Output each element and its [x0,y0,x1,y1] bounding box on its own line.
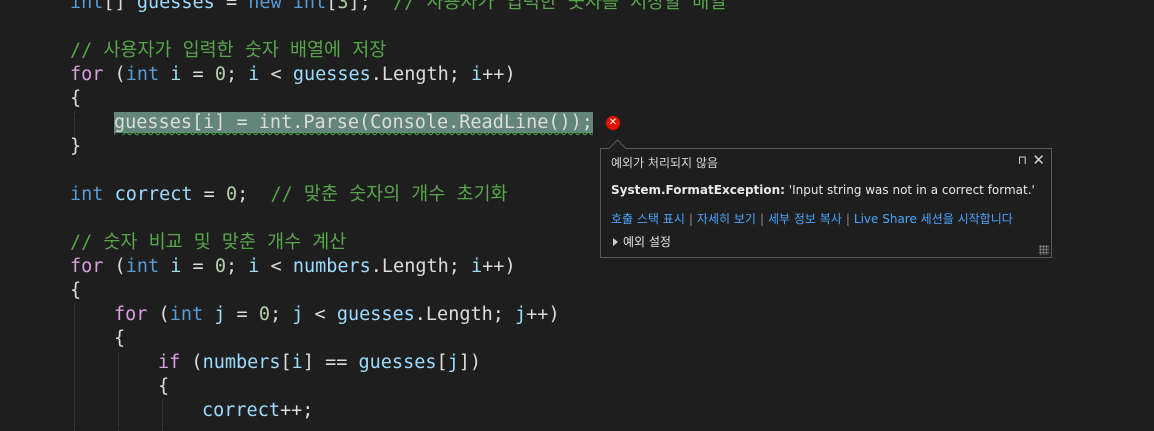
resize-grip-icon[interactable] [1039,245,1049,255]
pin-icon[interactable]: ⊓ [1018,153,1027,167]
error-icon[interactable]: ✕ [606,116,620,130]
exception-message: 'Input string was not in a correct forma… [784,183,1035,197]
code-line: int[] guesses = new int[3]; // 사용자가 입력한 … [70,0,727,13]
code-line: { [70,280,82,301]
link-separator: | [688,212,693,226]
code-line: { [114,328,126,349]
view-details-link[interactable]: 자세히 보기 [697,212,756,226]
code-line: int correct = 0; // 맞춘 숫자의 개수 초기화 [70,184,508,205]
indent-guide [74,304,75,431]
close-icon[interactable]: ✕ [1032,151,1045,169]
code-comment: // 숫자 비교 및 맞춘 개수 계산 [70,232,347,253]
indent-guide [162,400,163,431]
code-line: for (int i = 0; i < numbers.Length; i++) [70,256,516,277]
indent-guide [118,352,119,431]
exception-text: System.FormatException: 'Input string wa… [611,183,1035,197]
popup-title: 예외가 처리되지 않음 [611,156,718,170]
expand-triangle-icon [613,238,618,246]
highlighted-statement[interactable]: guesses[i] = int.Parse(Console.ReadLine(… [114,112,593,133]
code-line: { [70,88,82,109]
code-line: { [158,376,170,397]
code-line: correct++; [202,400,314,421]
link-separator: | [759,212,764,226]
popup-links: 호출 스택 표시 | 자세히 보기 | 세부 정보 복사 | Live Share 세션을 … [611,210,1013,227]
exception-settings-toggle[interactable]: 예외 설정 [613,233,671,250]
code-line-error[interactable]: guesses[i] = int.Parse(Console.ReadLine(… [114,111,593,135]
show-call-stack-link[interactable]: 호출 스택 표시 [611,212,685,226]
code-line: if (numbers[i] == guesses[j]) [158,352,482,373]
copy-details-link[interactable]: 세부 정보 복사 [768,212,842,226]
exception-popup: 예외가 처리되지 않음 ⊓ ✕ System.FormatException: … [600,139,1052,258]
code-line: for (int j = 0; j < guesses.Length; j++) [114,304,560,325]
code-line: for (int i = 0; i < guesses.Length; i++) [70,64,516,85]
exception-settings-label: 예외 설정 [623,235,671,249]
code-comment: // 사용자가 입력한 숫자 배열에 저장 [70,40,387,61]
link-separator: | [845,212,850,226]
exception-type: System.FormatException: [611,183,785,197]
start-live-share-link[interactable]: Live Share 세션을 시작합니다 [854,212,1013,226]
code-line: } [70,136,82,157]
